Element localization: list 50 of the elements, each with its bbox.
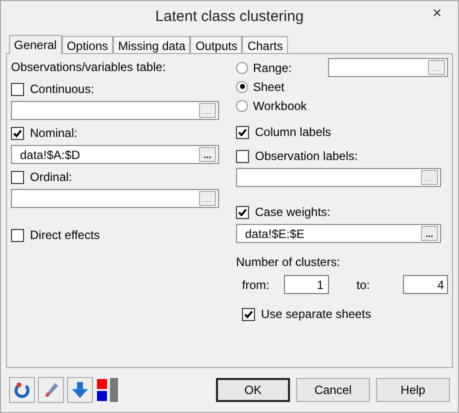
range-field[interactable]: data!$E:$E ... [236,224,441,243]
clusters-heading: Number of clusters: [236,254,342,271]
checkbox-label: Use separate sheets [261,306,372,323]
radio-label: Range: [253,60,292,76]
section-heading: Observations/variables table: [11,59,167,76]
dialog-button[interactable]: Help [376,378,450,402]
browse-button[interactable]: ... [199,147,216,162]
radio-button[interactable] [236,80,248,92]
tab[interactable]: Charts [242,36,288,53]
dialog-button[interactable]: Cancel [296,378,370,402]
eraser-icon [42,381,60,399]
close-button[interactable]: × [424,5,450,23]
radio-label: Sheet [253,78,284,96]
checkbox-label: Ordinal: [30,169,72,186]
to-field[interactable]: 4 [402,275,448,294]
checkbox-label: Observation labels: [255,148,358,165]
radio-label: Workbook [253,98,307,114]
checkbox-label: Nominal: [30,125,78,142]
checkbox[interactable] [236,126,249,138]
to-label: to: [356,276,371,294]
eraser-button[interactable] [38,377,64,403]
checkbox[interactable] [236,206,249,218]
radio-button[interactable] [236,100,248,112]
from-label: from: [242,276,270,294]
checkbox-label: Direct effects [30,227,100,244]
tab[interactable]: Missing data [113,36,190,53]
checkbox[interactable] [242,308,255,320]
field-value: data!$E:$E [245,226,304,242]
down-arrow-icon [71,381,89,399]
checkbox-label: Column labels [255,124,332,141]
from-field[interactable]: 1 [284,275,329,294]
dialog-button[interactable]: OK [216,378,290,402]
reset-button[interactable] [9,377,35,403]
checkbox-label: Continuous: [30,81,94,98]
field-value: data!$A:$D [20,146,80,164]
tab[interactable]: Options [62,36,114,53]
checkbox[interactable] [11,82,24,96]
down-button[interactable] [67,377,93,403]
range-field[interactable]: data!$A:$D ... [11,145,219,164]
checkbox-label: Case weights: [255,204,330,221]
tab[interactable]: Outputs [190,36,242,53]
refresh-icon [13,381,31,399]
checkbox[interactable] [11,170,24,184]
window-title: Latent class clustering [155,7,304,28]
browse-button[interactable]: ... [421,226,438,241]
checkbox[interactable] [236,150,249,162]
checkbox[interactable] [11,228,24,242]
radio-button[interactable] [236,62,248,74]
checkbox[interactable] [11,126,24,140]
tab[interactable]: General [9,35,62,54]
